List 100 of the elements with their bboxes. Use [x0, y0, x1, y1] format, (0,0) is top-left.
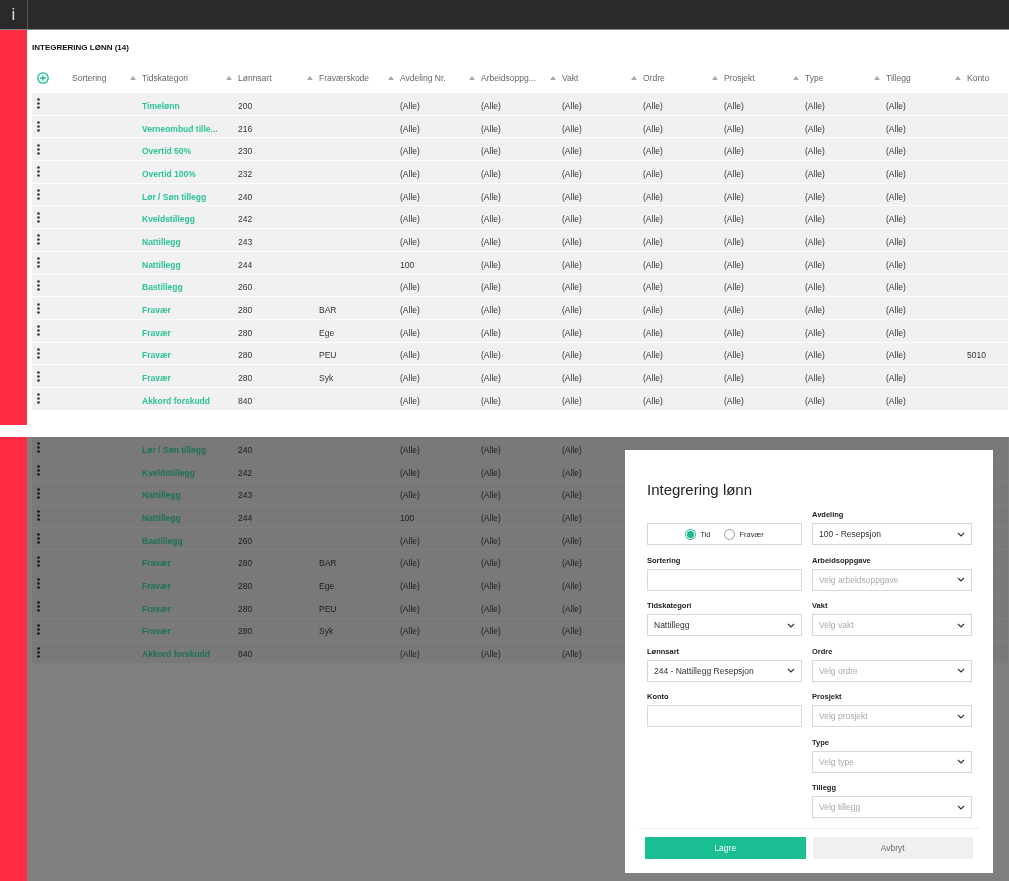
dropdown[interactable]: Velg type [812, 750, 972, 773]
table-cell: (Alle) [643, 350, 663, 361]
category-link[interactable]: Fravær [142, 580, 171, 591]
dropdown[interactable]: Velg tillegg [812, 796, 972, 818]
category-link[interactable]: Timelønn [142, 100, 180, 111]
category-link[interactable]: Fravær [142, 305, 171, 316]
more-icon[interactable] [37, 143, 40, 155]
table-cell: (Alle) [643, 259, 663, 270]
table-cell: (Alle) [805, 191, 825, 202]
dropdown[interactable]: Velg ordre [812, 659, 972, 682]
table-cell: (Alle) [886, 373, 906, 384]
table-cell: (Alle) [805, 236, 825, 247]
table-cell: (Alle) [481, 558, 501, 569]
column-header[interactable]: Tillegg [886, 73, 967, 83]
table-cell: (Alle) [724, 350, 744, 361]
table-cell: (Alle) [805, 395, 825, 406]
table-cell: BAR [319, 558, 337, 569]
category-link[interactable]: Fravær [142, 350, 171, 361]
more-icon[interactable] [37, 370, 40, 382]
more-icon[interactable] [37, 393, 40, 405]
dropdown[interactable]: Velg vakt [812, 614, 972, 636]
more-icon[interactable] [37, 302, 40, 314]
table-cell: 260 [238, 535, 253, 546]
dropdown[interactable]: Nattillegg [647, 614, 802, 636]
category-link[interactable]: Nattillegg [142, 490, 181, 501]
table-cell: (Alle) [562, 236, 582, 247]
table-cell: (Alle) [805, 168, 825, 179]
category-link[interactable]: Bastillegg [142, 535, 183, 546]
table-cell: Syk [319, 373, 334, 384]
table-cell: (Alle) [562, 512, 582, 523]
chevron-down-icon [957, 713, 965, 719]
more-icon[interactable] [37, 279, 40, 291]
dropdown[interactable]: 244 - Nattillegg Resepsjon [647, 659, 802, 682]
column-header[interactable]: Lønnsart [238, 73, 319, 83]
category-link[interactable]: Nattillegg [142, 259, 181, 270]
text-field[interactable] [647, 705, 802, 727]
table-title: INTEGRERING LØNN (14) [32, 42, 130, 54]
category-link[interactable]: Kveldstillegg [142, 467, 195, 478]
category-link[interactable]: Nattillegg [142, 512, 181, 523]
category-link[interactable]: Overtid 50% [142, 146, 192, 157]
column-header[interactable]: Vakt [562, 73, 643, 83]
table-cell: (Alle) [562, 168, 582, 179]
table-cell: 840 [238, 395, 253, 406]
table-cell: (Alle) [724, 282, 744, 293]
column-header[interactable]: Konto [967, 73, 1008, 83]
more-icon[interactable] [37, 166, 40, 178]
column-header[interactable]: Type [805, 73, 886, 83]
more-icon[interactable] [37, 211, 40, 223]
table-cell: (Alle) [400, 282, 420, 293]
table-cell: (Alle) [724, 100, 744, 111]
table-cell: 200 [238, 100, 253, 111]
save-button[interactable]: Lagre [645, 837, 806, 859]
category-link[interactable]: Verneombud tille... [142, 123, 218, 134]
text-field[interactable] [647, 568, 802, 591]
more-icon[interactable] [37, 234, 40, 246]
table-cell: (Alle) [724, 395, 744, 406]
column-header[interactable]: Sortering [72, 73, 142, 83]
column-header[interactable]: Arbeidsoppg... [481, 73, 562, 83]
more-icon[interactable] [37, 325, 40, 337]
column-header[interactable]: Prosjekt [724, 73, 805, 83]
category-link[interactable]: Fravær [142, 558, 171, 569]
add-icon[interactable] [37, 72, 49, 84]
table-cell: (Alle) [886, 168, 906, 179]
chevron-down-icon [957, 622, 965, 628]
category-link[interactable]: Lør / Søn tillegg [142, 444, 207, 455]
table-cell: (Alle) [481, 444, 501, 455]
table-cell: (Alle) [481, 146, 501, 157]
dropdown[interactable]: Velg prosjekt [812, 705, 972, 727]
dropdown[interactable]: 100 - Resepsjon [812, 523, 972, 545]
category-link[interactable]: Fravær [142, 373, 171, 384]
category-link[interactable]: Akkord forskudd [142, 395, 210, 406]
column-header[interactable]: Tidskategori [142, 73, 238, 83]
category-link[interactable]: Fravær [142, 626, 171, 637]
table-cell: 100 [400, 259, 415, 270]
column-header[interactable]: Avdeling Nr. [400, 73, 481, 83]
cancel-button[interactable]: Avbryt [812, 837, 973, 859]
table-cell: Ege [319, 580, 335, 591]
table-cell: (Alle) [481, 490, 501, 501]
table-cell: (Alle) [562, 327, 582, 338]
category-link[interactable]: Fravær [142, 327, 171, 338]
more-icon[interactable] [37, 189, 40, 201]
table-cell: (Alle) [481, 282, 501, 293]
dropdown[interactable]: Velg arbeidsoppgave [812, 568, 972, 591]
more-icon[interactable] [37, 98, 40, 110]
more-icon[interactable] [37, 257, 40, 269]
more-icon[interactable] [37, 121, 40, 133]
table-cell: PEU [319, 350, 337, 361]
table-cell: (Alle) [562, 259, 582, 270]
column-header[interactable]: Fraværskode [319, 73, 400, 83]
category-link[interactable]: Nattillegg [142, 236, 181, 247]
category-link[interactable]: Fravær [142, 603, 171, 614]
category-link[interactable]: Kveldstillegg [142, 214, 195, 225]
info-button[interactable]: i [0, 0, 28, 29]
table-cell: (Alle) [643, 214, 663, 225]
category-link[interactable]: Overtid 100% [142, 168, 196, 179]
category-link[interactable]: Bastillegg [142, 282, 183, 293]
more-icon[interactable] [37, 347, 40, 359]
category-link[interactable]: Lør / Søn tillegg [142, 191, 207, 202]
category-link[interactable]: Akkord forskudd [142, 649, 210, 660]
column-header[interactable]: Ordre [643, 73, 724, 83]
